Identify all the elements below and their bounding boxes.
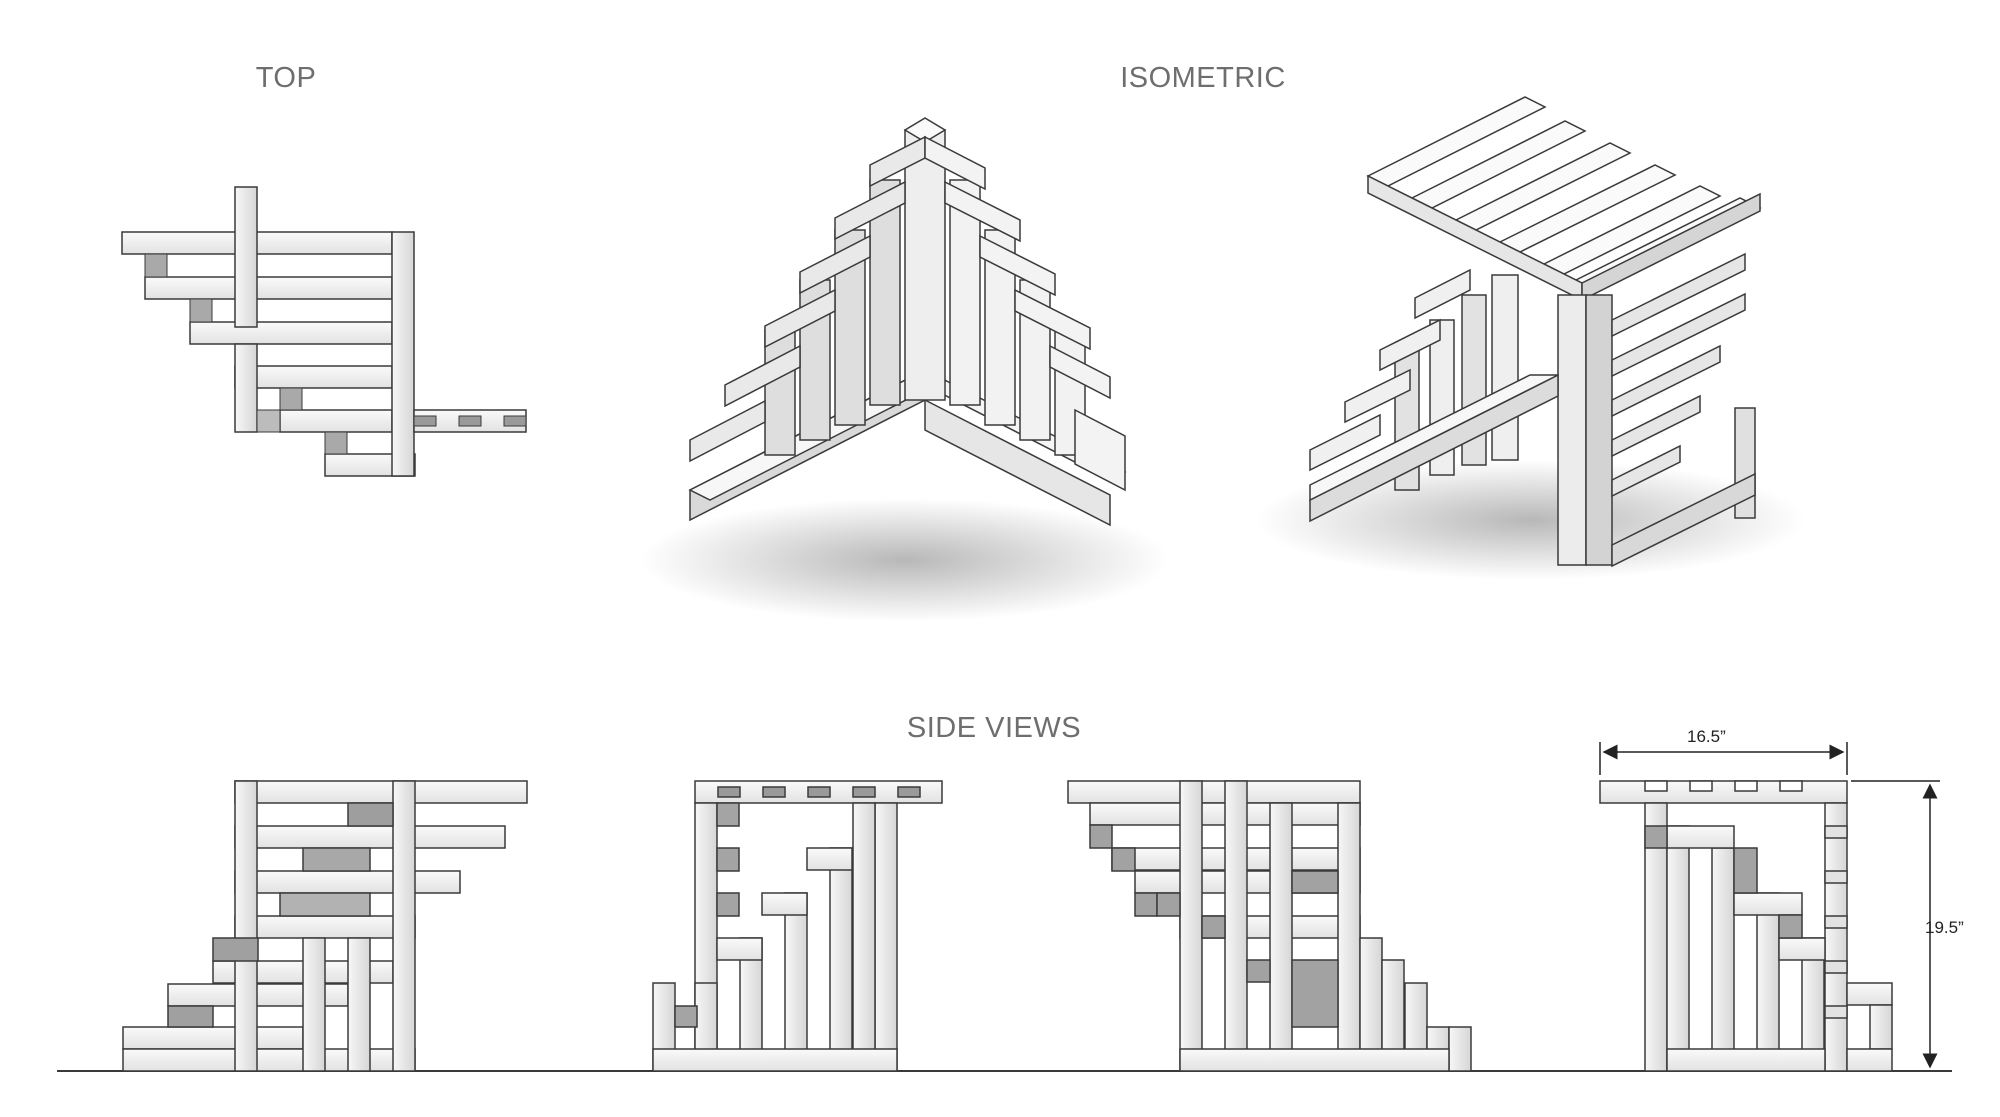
side-bar: [806, 847, 853, 871]
side-bar: [234, 780, 528, 804]
iso-post: [764, 329, 796, 456]
top-view-bar: [279, 409, 393, 433]
iso-deck-slat: [1454, 142, 1632, 231]
side-post: [1824, 802, 1848, 1072]
side-post: [852, 802, 876, 1072]
isometric-view-assembled: [1255, 96, 1805, 580]
top-view-post: [234, 343, 258, 433]
isometric-view-corner: [640, 117, 1170, 622]
side-post: [1224, 780, 1248, 1072]
side-shadow: [212, 937, 259, 962]
top-view-bar: [189, 321, 393, 345]
side-post: [1179, 780, 1203, 1072]
side-post: [874, 802, 898, 1072]
side-bar: [234, 825, 506, 849]
side-bar: [761, 892, 808, 916]
iso-corner-post: [1585, 294, 1613, 566]
iso-ladder-rung: [1611, 292, 1746, 378]
drawing-sheet: TOP ISOMETRIC SIDE VIEWS 16.5” 19.5”: [0, 0, 2000, 1117]
side-post: [1337, 802, 1361, 1072]
side-top-rail: [1067, 780, 1361, 804]
side-bar: [716, 937, 763, 961]
side-shadow: [279, 892, 371, 917]
top-view-shadow-block: [256, 409, 281, 433]
side-view-4: [1599, 780, 1893, 1072]
side-post: [829, 847, 853, 1072]
side-post: [392, 780, 416, 1072]
top-view-shadow-block: [144, 253, 168, 278]
side-bar: [652, 1048, 898, 1072]
side-bar: [122, 1026, 304, 1050]
drawing-svg: [57, 96, 1952, 1072]
side-bar: [234, 915, 416, 939]
side-post: [1269, 802, 1293, 1072]
top-view-bar: [234, 365, 393, 389]
dimension-width: [1599, 742, 1848, 775]
iso-post: [904, 129, 946, 401]
iso-deck-slat: [1498, 164, 1677, 253]
side-shadow: [167, 1005, 214, 1028]
side-bar: [1778, 937, 1826, 961]
side-view-1: [122, 780, 528, 1072]
side-shadow: [302, 847, 371, 872]
side-bar: [122, 1048, 416, 1072]
side-post: [302, 937, 326, 1072]
side-foot: [1846, 1048, 1893, 1072]
top-view-post: [234, 186, 258, 328]
side-foot: [1846, 982, 1893, 1006]
iso-deck-slat: [1366, 96, 1547, 187]
dimension-height: [1851, 780, 1940, 1069]
top-view-shadow-block: [279, 387, 303, 411]
top-view-side-rail: [391, 231, 415, 477]
side-bar: [234, 870, 461, 894]
side-view-2: [652, 780, 943, 1072]
side-post: [347, 937, 371, 1072]
top-view-bar: [144, 276, 393, 300]
side-top-rail: [1599, 780, 1848, 804]
side-post: [1666, 825, 1690, 1072]
iso-shadow: [640, 498, 1170, 622]
side-post: [784, 892, 808, 1072]
top-view-shadow-block: [189, 298, 213, 323]
iso-corner-post: [1557, 294, 1587, 566]
side-bar: [1179, 1048, 1450, 1072]
iso-left-post: [1491, 274, 1519, 461]
side-shadow: [347, 802, 394, 827]
top-view-shadow-block: [324, 431, 348, 455]
top-view: [121, 186, 527, 477]
side-bar: [1733, 892, 1803, 916]
side-view-3: [1067, 780, 1472, 1072]
side-bar: [1666, 825, 1735, 849]
side-post: [1711, 847, 1735, 1072]
side-post: [1448, 1026, 1472, 1072]
side-foot: [1869, 1004, 1893, 1050]
iso-step-bar: [1074, 408, 1126, 492]
side-post: [234, 780, 258, 1072]
iso-deck-slat: [1410, 120, 1587, 209]
iso-step-bar: [689, 399, 766, 463]
iso-deck-front-rail: [1367, 174, 1583, 302]
side-bar: [1666, 1048, 1826, 1072]
side-post: [1756, 892, 1780, 1072]
